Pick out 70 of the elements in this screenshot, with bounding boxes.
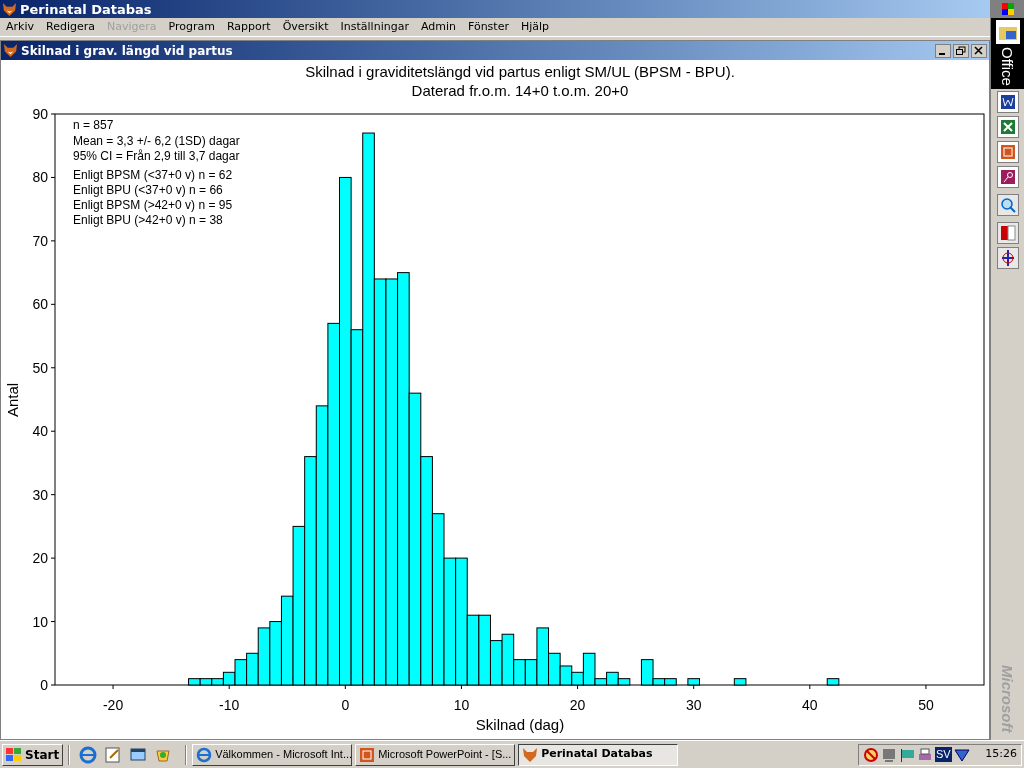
y-tick-label: 80	[32, 169, 48, 186]
fox-icon	[3, 43, 18, 58]
fox-icon	[2, 1, 17, 17]
x-tick-label: -20	[102, 697, 124, 713]
x-tick-label: 10	[453, 697, 470, 713]
notepad-icon[interactable]	[104, 745, 123, 764]
browser-icon[interactable]	[79, 745, 98, 764]
statistics-text: Enligt BPSM (<37+0 v) n = 62	[73, 168, 233, 182]
triangle-icon[interactable]	[953, 746, 970, 763]
folder-icon[interactable]	[995, 20, 1020, 44]
x-tick-label: 50	[918, 697, 934, 713]
presentation-icon[interactable]	[996, 140, 1019, 163]
menu-item[interactable]: Inställningar	[334, 18, 415, 36]
statistics-text: Enligt BPSM (>42+0 v) n = 95	[73, 198, 233, 212]
statistics-text: Enligt BPU (<37+0 v) n = 66	[73, 183, 223, 197]
statistics-text: Mean = 3,3 +/- 6,2 (1SD) dagar	[73, 134, 240, 148]
close-button[interactable]	[971, 43, 987, 58]
x-tick-label: -10	[219, 697, 240, 713]
taskbar-button[interactable]: Perinatal Databas	[518, 743, 679, 766]
taskbar-button[interactable]: Microsoft PowerPoint - [S...	[355, 743, 516, 766]
menu-item[interactable]: Redigera	[40, 18, 101, 36]
grid-icon	[1001, 3, 1014, 15]
x-tick-label: 40	[802, 697, 818, 713]
minimize-button[interactable]	[935, 43, 951, 58]
document-title: Skilnad i grav. längd vid partus	[21, 44, 233, 57]
search-icon[interactable]	[996, 193, 1019, 216]
spreadsheet-icon[interactable]	[996, 115, 1019, 138]
y-tick-label: 90	[32, 106, 48, 122]
y-tick-label: 20	[32, 550, 48, 567]
no-sign-icon[interactable]	[863, 746, 879, 763]
y-tick-label: 0	[40, 677, 48, 693]
globe-icon	[196, 746, 213, 763]
language-indicator[interactable]: SV	[935, 747, 952, 762]
y-tick-label: 30	[32, 486, 48, 503]
start-button[interactable]: Start	[2, 743, 64, 766]
statistics-text: n = 857	[73, 118, 114, 132]
clock: 15:26	[985, 746, 1017, 763]
menu-item[interactable]: Arkiv	[0, 18, 40, 36]
fox-icon	[522, 746, 539, 763]
flag-icon[interactable]	[899, 746, 915, 763]
x-tick-label: 20	[569, 697, 586, 713]
y-tick-label: 60	[32, 296, 48, 313]
window-title: Perinatal Databas	[20, 2, 152, 16]
x-tick-label: 0	[341, 697, 350, 713]
printer-icon[interactable]	[917, 746, 933, 763]
x-axis-label: Skilnad (dag)	[475, 716, 565, 733]
chart-title: Skilnad i graviditetslängd vid partus enligt SM/UL (BPSM - BPU).	[305, 63, 735, 80]
y-tick-label: 10	[32, 613, 48, 630]
menu-item[interactable]: Rapport	[220, 18, 277, 36]
menu-item[interactable]: Översikt	[276, 18, 335, 36]
menu-item[interactable]: Program	[162, 18, 221, 36]
office-label: Office	[998, 47, 1017, 86]
x-tick-label: 30	[685, 697, 702, 713]
y-axis-label: Antal	[4, 382, 21, 418]
statistics-text: Enligt BPU (>42+0 v) n = 38	[73, 213, 223, 227]
document-icon[interactable]	[996, 90, 1019, 113]
menu-item[interactable]: Hjälp	[514, 18, 556, 36]
menu-item[interactable]: Admin	[414, 18, 462, 36]
window-icon[interactable]	[129, 745, 148, 764]
presentation-icon	[359, 746, 376, 763]
menu-item[interactable]: Fönster	[462, 18, 515, 36]
y-tick-label: 50	[32, 359, 48, 376]
y-tick-label: 40	[32, 423, 48, 440]
taskbar-button[interactable]: Välkommen - Microsoft Int...	[192, 743, 353, 766]
statistics-text: 95% CI = Från 2,9 till 3,7 dagar	[73, 149, 240, 163]
chart-subtitle: Daterad fr.o.m. 14+0 t.o.m. 20+0	[411, 82, 629, 99]
windows-logo-icon	[6, 747, 22, 762]
key-icon[interactable]	[996, 165, 1019, 188]
y-tick-label: 70	[32, 232, 48, 249]
restore-button[interactable]	[953, 43, 969, 58]
